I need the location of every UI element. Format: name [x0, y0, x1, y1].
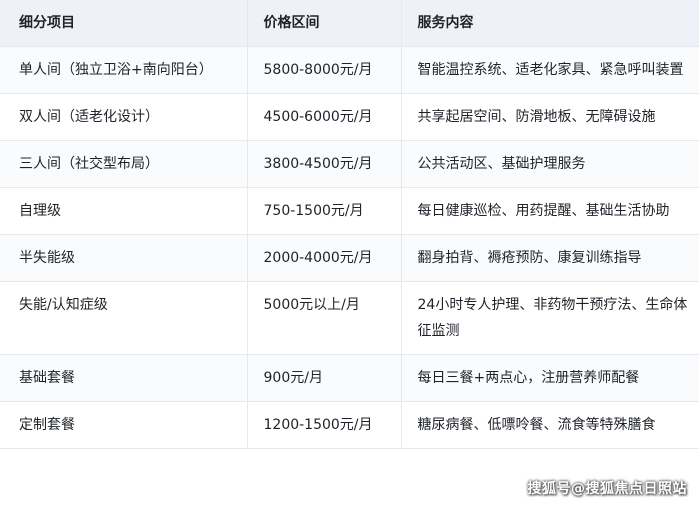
table-header: 细分项目 价格区间 服务内容: [0, 0, 699, 47]
cell-item: 失能/认知症级: [0, 281, 248, 355]
service-price-table: 细分项目 价格区间 服务内容 单人间（独立卫浴+南向阳台） 5800-8000元…: [0, 0, 699, 449]
cell-service: 24小时专人护理、非药物干预疗法、生命体征监测: [401, 281, 699, 355]
table-row: 单人间（独立卫浴+南向阳台） 5800-8000元/月 智能温控系统、适老化家具…: [0, 46, 699, 94]
cell-service: 翻身拍背、褥疮预防、康复训练指导: [401, 234, 699, 282]
cell-service: 每日健康巡检、用药提醒、基础生活协助: [401, 187, 699, 235]
watermark: 搜狐号@搜狐焦点日照站: [527, 481, 687, 497]
table-row: 半失能级 2000-4000元/月 翻身拍背、褥疮预防、康复训练指导: [0, 234, 699, 282]
header-service: 服务内容: [401, 0, 699, 47]
table-row: 失能/认知症级 5000元以上/月 24小时专人护理、非药物干预疗法、生命体征监…: [0, 281, 699, 355]
header-item: 细分项目: [0, 0, 248, 47]
header-row: 细分项目 价格区间 服务内容: [0, 0, 699, 47]
cell-price: 2000-4000元/月: [247, 234, 402, 282]
table-row: 双人间（适老化设计） 4500-6000元/月 共享起居空间、防滑地板、无障碍设…: [0, 93, 699, 141]
cell-item: 自理级: [0, 187, 248, 235]
table-row: 三人间（社交型布局） 3800-4500元/月 公共活动区、基础护理服务: [0, 140, 699, 188]
table-body: 单人间（独立卫浴+南向阳台） 5800-8000元/月 智能温控系统、适老化家具…: [0, 46, 699, 449]
cell-service: 公共活动区、基础护理服务: [401, 140, 699, 188]
cell-item: 定制套餐: [0, 401, 248, 449]
cell-price: 3800-4500元/月: [247, 140, 402, 188]
table-row: 自理级 750-1500元/月 每日健康巡检、用药提醒、基础生活协助: [0, 187, 699, 235]
cell-item: 基础套餐: [0, 354, 248, 402]
cell-price: 5000元以上/月: [247, 281, 402, 355]
cell-item: 双人间（适老化设计）: [0, 93, 248, 141]
cell-price: 4500-6000元/月: [247, 93, 402, 141]
cell-service: 每日三餐+两点心，注册营养师配餐: [401, 354, 699, 402]
cell-price: 750-1500元/月: [247, 187, 402, 235]
cell-item: 半失能级: [0, 234, 248, 282]
table-row: 定制套餐 1200-1500元/月 糖尿病餐、低嘌呤餐、流食等特殊膳食: [0, 401, 699, 449]
cell-price: 5800-8000元/月: [247, 46, 402, 94]
cell-service: 共享起居空间、防滑地板、无障碍设施: [401, 93, 699, 141]
cell-service: 糖尿病餐、低嘌呤餐、流食等特殊膳食: [401, 401, 699, 449]
table-row: 基础套餐 900元/月 每日三餐+两点心，注册营养师配餐: [0, 354, 699, 402]
cell-item: 三人间（社交型布局）: [0, 140, 248, 188]
cell-price: 900元/月: [247, 354, 402, 402]
cell-item: 单人间（独立卫浴+南向阳台）: [0, 46, 248, 94]
header-price: 价格区间: [247, 0, 402, 47]
cell-price: 1200-1500元/月: [247, 401, 402, 449]
cell-service: 智能温控系统、适老化家具、紧急呼叫装置: [401, 46, 699, 94]
